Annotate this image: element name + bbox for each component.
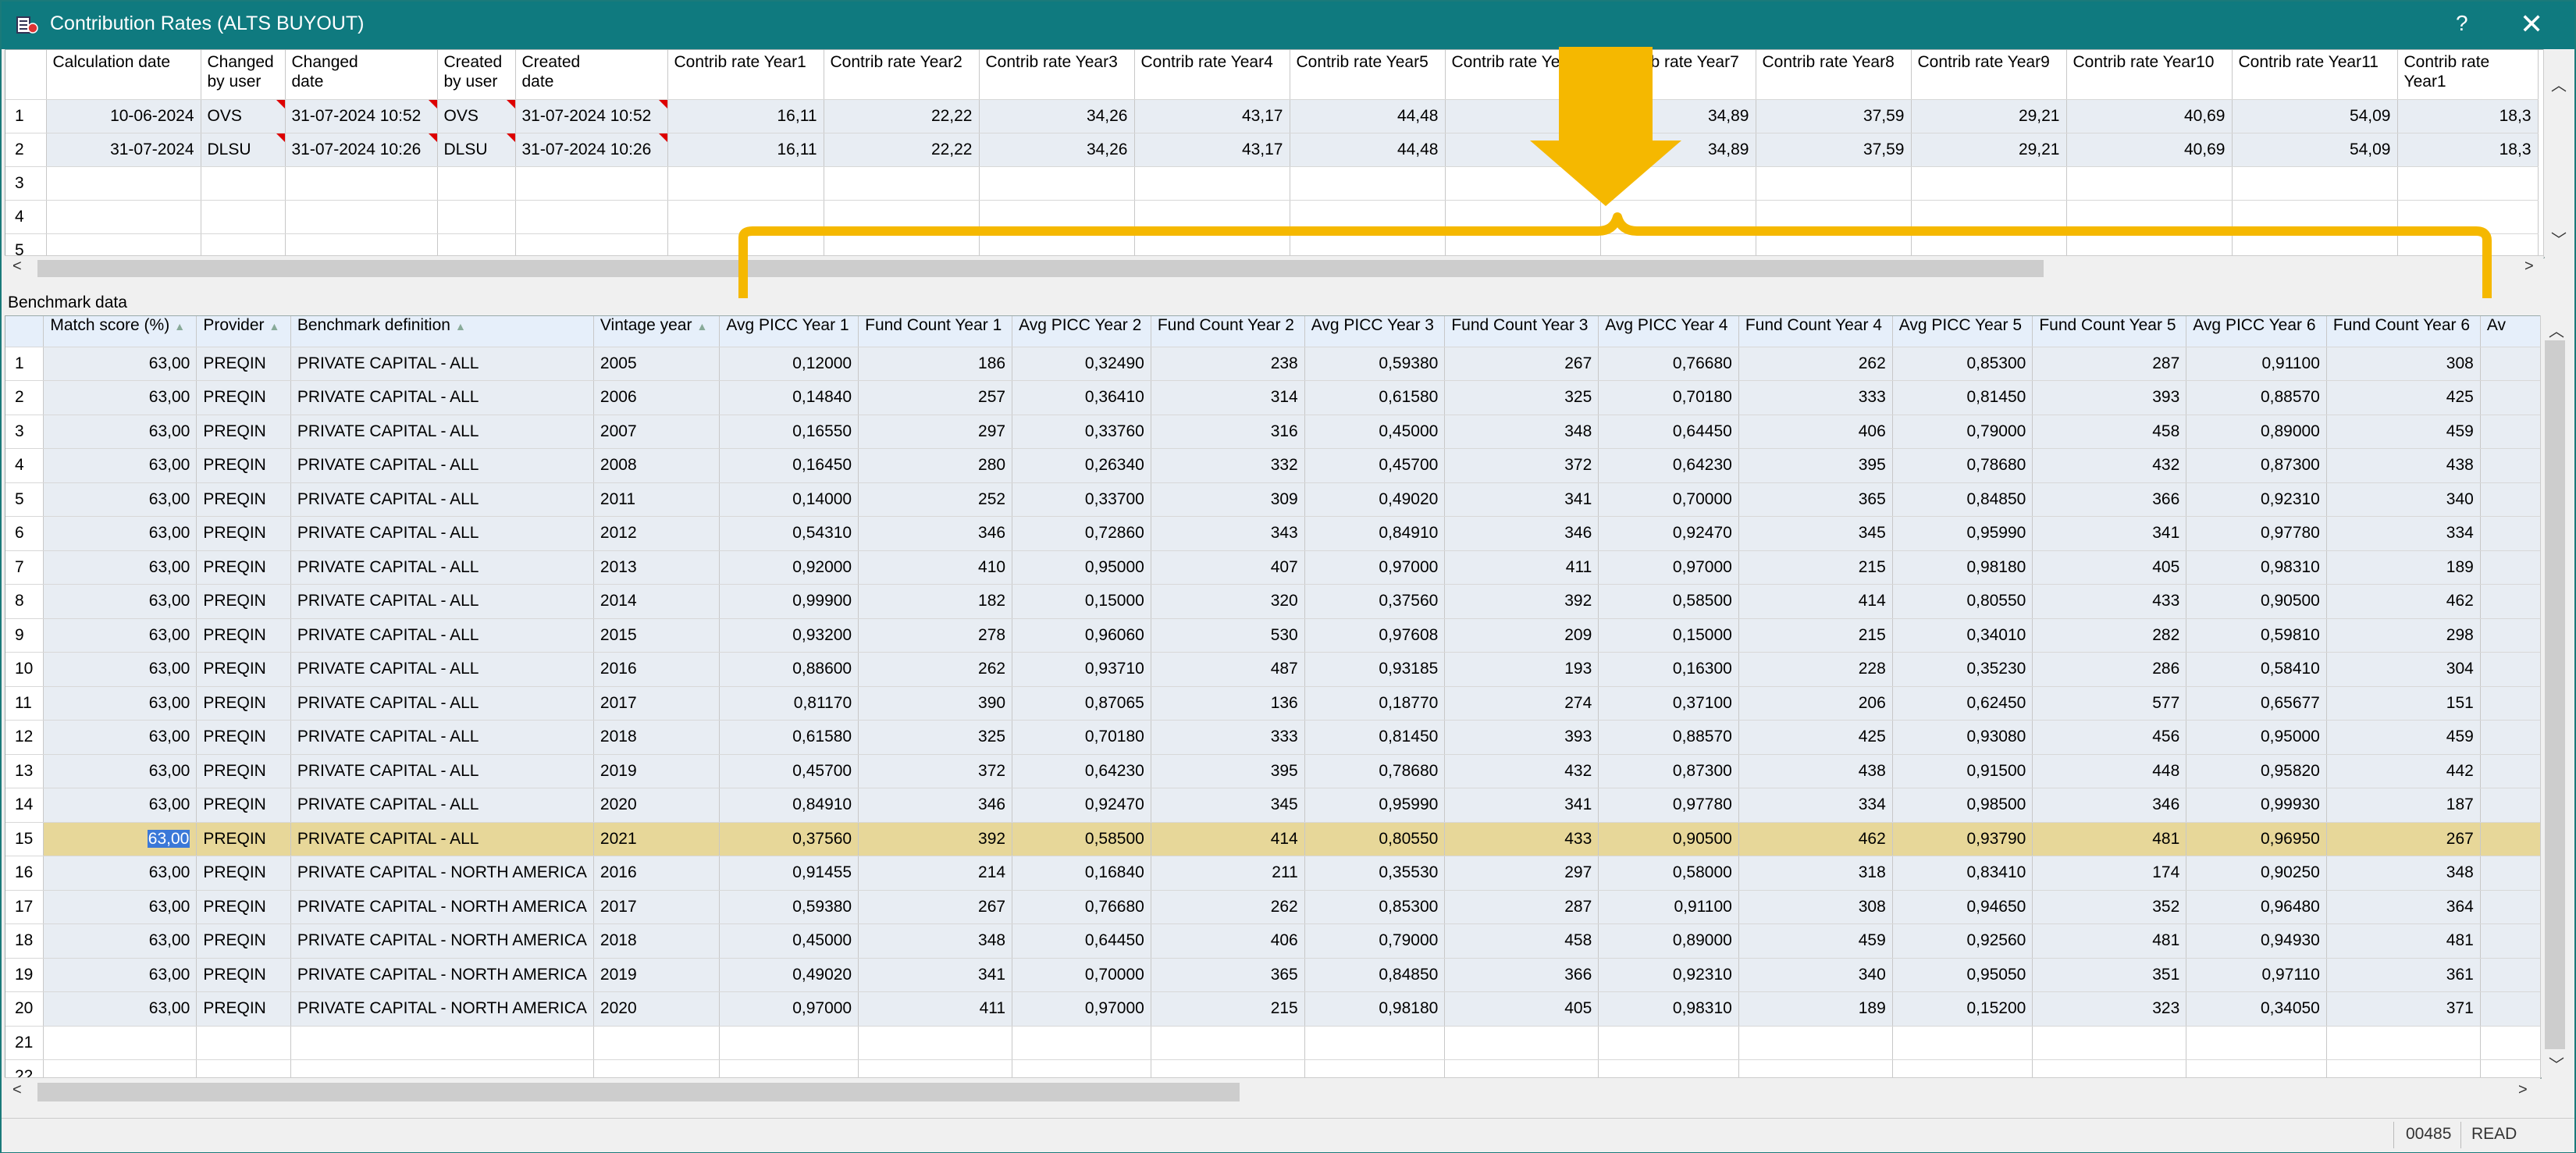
mode-indicator: READ: [2471, 1125, 2517, 1143]
annotation-overlay: [738, 47, 2492, 298]
status-bar: 00485 READ: [2, 1118, 2574, 1152]
status-separator: [2393, 1122, 2394, 1148]
contribution-rates-window: Contribution Rates (ALTS BUYOUT) ? ✕ Cal…: [0, 0, 2576, 1153]
annotation-arrow-icon: [1530, 47, 1681, 206]
annotation-bracket: [738, 212, 2492, 298]
status-separator: [2460, 1122, 2461, 1148]
record-count: 00485: [2406, 1125, 2452, 1143]
